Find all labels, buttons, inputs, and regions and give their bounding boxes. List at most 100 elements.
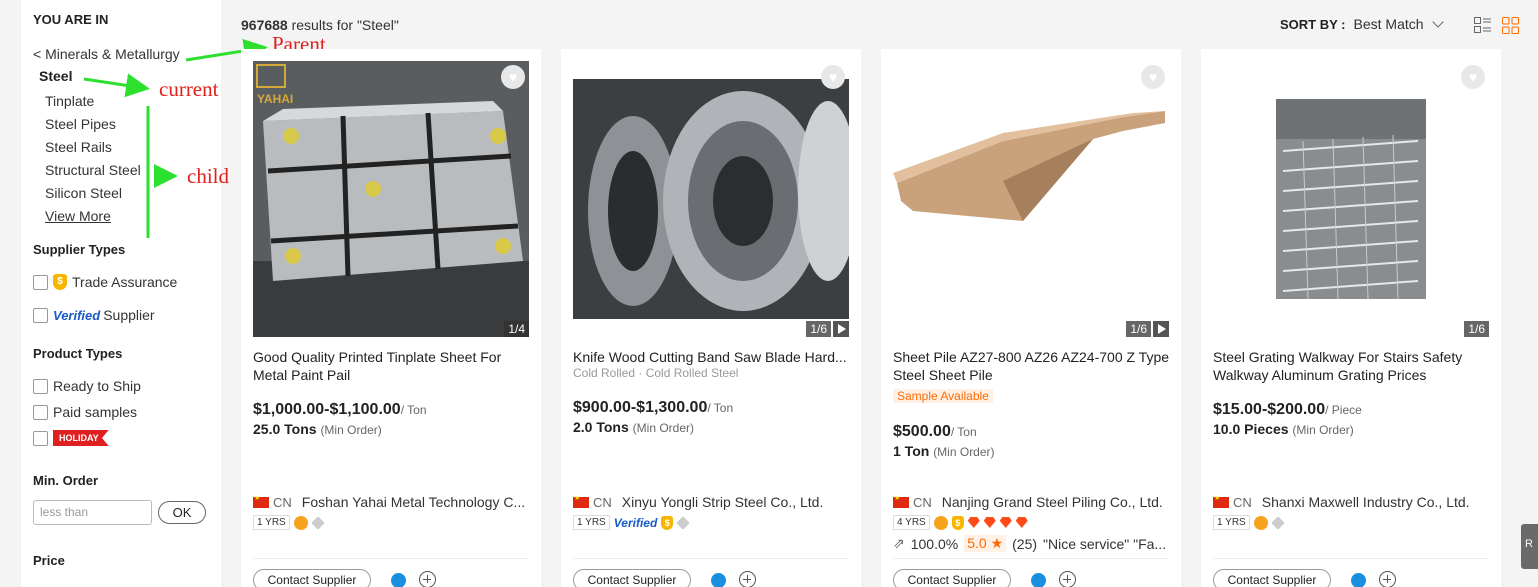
- chat-icon[interactable]: [1031, 573, 1046, 587]
- min-order-title: Min. Order: [33, 473, 99, 488]
- chevron-down-icon: [1431, 15, 1444, 28]
- sort-by-label: SORT BY :: [1280, 16, 1346, 32]
- china-flag-icon: [893, 494, 909, 508]
- grid-view-icon[interactable]: [1502, 17, 1519, 34]
- product-card[interactable]: YAHAI ♥ 1/4 Good Quality Printed Tinplat…: [241, 49, 541, 587]
- supplier-info[interactable]: CN Nanjing Grand Steel Piling Co., Ltd.: [893, 494, 1173, 510]
- product-image[interactable]: YAHAI ♥ 1/4: [253, 61, 529, 337]
- category-child-silicon-steel[interactable]: Silicon Steel: [33, 182, 209, 205]
- price-range: $500.00: [893, 423, 951, 440]
- moq-value: 1 Ton: [893, 443, 930, 459]
- price-unit: / Ton: [950, 425, 977, 439]
- side-floating-button[interactable]: R: [1521, 524, 1538, 569]
- favorite-heart-icon[interactable]: ♥: [501, 65, 525, 89]
- min-order-input[interactable]: less than: [33, 500, 152, 525]
- supplier-badges: 4 YRS $: [893, 515, 1028, 530]
- supplier-info[interactable]: CN Foshan Yahai Metal Technology C...: [253, 494, 533, 510]
- category-parent-link[interactable]: < Minerals & Metallurgy: [33, 46, 209, 62]
- ready-to-ship-checkbox[interactable]: [33, 378, 48, 394]
- contact-supplier-button[interactable]: Contact Supplier: [1213, 569, 1331, 587]
- contact-supplier-button[interactable]: Contact Supplier: [893, 569, 1011, 587]
- band-saw-coil-photo: [573, 61, 858, 337]
- product-image[interactable]: ♥ 1/6: [573, 61, 858, 337]
- product-moq: 10.0 Pieces (Min Order): [1213, 421, 1354, 437]
- min-order-ok-button[interactable]: OK: [158, 501, 206, 524]
- add-compare-icon[interactable]: [1379, 571, 1396, 587]
- product-image[interactable]: ♥ 1/6: [1213, 61, 1489, 337]
- supplier-info[interactable]: CN Xinyu Yongli Strip Steel Co., Ltd.: [573, 494, 853, 510]
- product-card[interactable]: ♥ 1/6 Steel Grating Walkway For Stairs S…: [1201, 49, 1501, 587]
- supplier-name[interactable]: Nanjing Grand Steel Piling Co., Ltd.: [942, 494, 1163, 510]
- verified-supplier-filter[interactable]: Verified Supplier: [33, 302, 209, 328]
- add-compare-icon[interactable]: [419, 571, 436, 587]
- diamond-icon: [999, 517, 1012, 528]
- gold-supplier-icon: [933, 515, 948, 530]
- product-card[interactable]: ♥ 1/6 Sheet Pile AZ27-800 AZ26 AZ24-700 …: [881, 49, 1181, 587]
- trade-assurance-filter[interactable]: $ Trade Assurance: [33, 269, 209, 295]
- paid-samples-label: Paid samples: [53, 404, 138, 420]
- years-badge: 4 YRS: [893, 515, 930, 530]
- paid-samples-checkbox[interactable]: [33, 404, 48, 420]
- supplier-info[interactable]: CN Shanxi Maxwell Industry Co., Ltd.: [1213, 494, 1493, 510]
- sidebar-title: YOU ARE IN: [33, 12, 109, 27]
- favorite-heart-icon[interactable]: ♥: [1461, 65, 1485, 89]
- moq-unit: (Min Order): [933, 445, 995, 459]
- product-title[interactable]: Sheet Pile AZ27-800 AZ26 AZ24-700 Z Type…: [893, 348, 1173, 384]
- contact-supplier-button[interactable]: Contact Supplier: [253, 569, 371, 587]
- product-moq: 1 Ton (Min Order): [893, 443, 995, 459]
- view-more-link[interactable]: View More: [33, 205, 209, 228]
- favorite-heart-icon[interactable]: ♥: [821, 65, 845, 89]
- country-code: CN: [913, 494, 932, 510]
- china-flag-icon: [573, 494, 589, 508]
- diamond-icon: [967, 517, 980, 528]
- holiday-badge: HOLIDAY: [53, 430, 109, 446]
- chat-icon[interactable]: [711, 573, 726, 587]
- country-code: CN: [1233, 494, 1252, 510]
- response-rate: 100.0%: [910, 535, 959, 552]
- supplier-types-title: Supplier Types: [33, 242, 126, 257]
- response-rate-icon: ⇗: [893, 535, 905, 551]
- product-price: $900.00-$1,300.00/ Ton: [573, 399, 733, 417]
- product-title[interactable]: Good Quality Printed Tinplate Sheet For …: [253, 348, 533, 384]
- favorite-heart-icon[interactable]: ♥: [1141, 65, 1165, 89]
- diamond-icon: [1270, 515, 1285, 530]
- supplier-badges: 1 YRS Verified $: [573, 515, 691, 530]
- supplier-name[interactable]: Shanxi Maxwell Industry Co., Ltd.: [1262, 494, 1470, 510]
- product-moq: 2.0 Tons (Min Order): [573, 419, 694, 435]
- product-image[interactable]: ♥ 1/6: [893, 61, 1169, 337]
- min-order-controls: less than OK: [33, 500, 209, 525]
- product-title[interactable]: Steel Grating Walkway For Stairs Safety …: [1213, 348, 1493, 384]
- image-counter-text: 1/6: [1464, 321, 1489, 337]
- trade-assurance-icon: $: [951, 515, 964, 530]
- category-child-steel-rails[interactable]: Steel Rails: [33, 136, 209, 159]
- image-counter-text: 1/4: [504, 321, 529, 337]
- verified-badge: Verified: [613, 515, 658, 530]
- rating-score: 5.0 ★: [964, 535, 1007, 552]
- product-title[interactable]: Knife Wood Cutting Band Saw Blade Hard..…: [573, 348, 853, 366]
- contact-supplier-button[interactable]: Contact Supplier: [573, 569, 691, 587]
- chat-icon[interactable]: [1351, 573, 1366, 587]
- product-price: $500.00/ Ton: [893, 423, 977, 441]
- category-child-steel-pipes[interactable]: Steel Pipes: [33, 113, 209, 136]
- category-child-structural-steel[interactable]: Structural Steel: [33, 159, 209, 182]
- price-range: $15.00-$200.00: [1213, 401, 1326, 418]
- results-count: 967688: [241, 17, 288, 33]
- product-card[interactable]: ♥ 1/6 Knife Wood Cutting Band Saw Blade …: [561, 49, 861, 587]
- review-count[interactable]: (25): [1012, 536, 1037, 552]
- verified-supplier-checkbox[interactable]: [33, 307, 48, 323]
- sort-by-dropdown[interactable]: SORT BY : Best Match: [1280, 15, 1444, 32]
- holiday-filter[interactable]: HOLIDAY: [33, 425, 209, 451]
- add-compare-icon[interactable]: [1059, 571, 1076, 587]
- chat-icon[interactable]: [391, 573, 406, 587]
- trade-assurance-checkbox[interactable]: [33, 274, 48, 290]
- list-view-icon[interactable]: [1474, 17, 1491, 33]
- supplier-name[interactable]: Xinyu Yongli Strip Steel Co., Ltd.: [622, 494, 824, 510]
- add-compare-icon[interactable]: [739, 571, 756, 587]
- years-badge: 1 YRS: [253, 515, 290, 530]
- supplier-name[interactable]: Foshan Yahai Metal Technology C...: [302, 494, 525, 510]
- supplier-rating: ⇗ 100.0% 5.0 ★ (25) "Nice service" "Fa..…: [893, 535, 1166, 552]
- paid-samples-filter[interactable]: Paid samples: [33, 399, 209, 425]
- holiday-checkbox[interactable]: [33, 430, 48, 446]
- sort-by-value: Best Match: [1353, 16, 1424, 32]
- ready-to-ship-filter[interactable]: Ready to Ship: [33, 373, 209, 399]
